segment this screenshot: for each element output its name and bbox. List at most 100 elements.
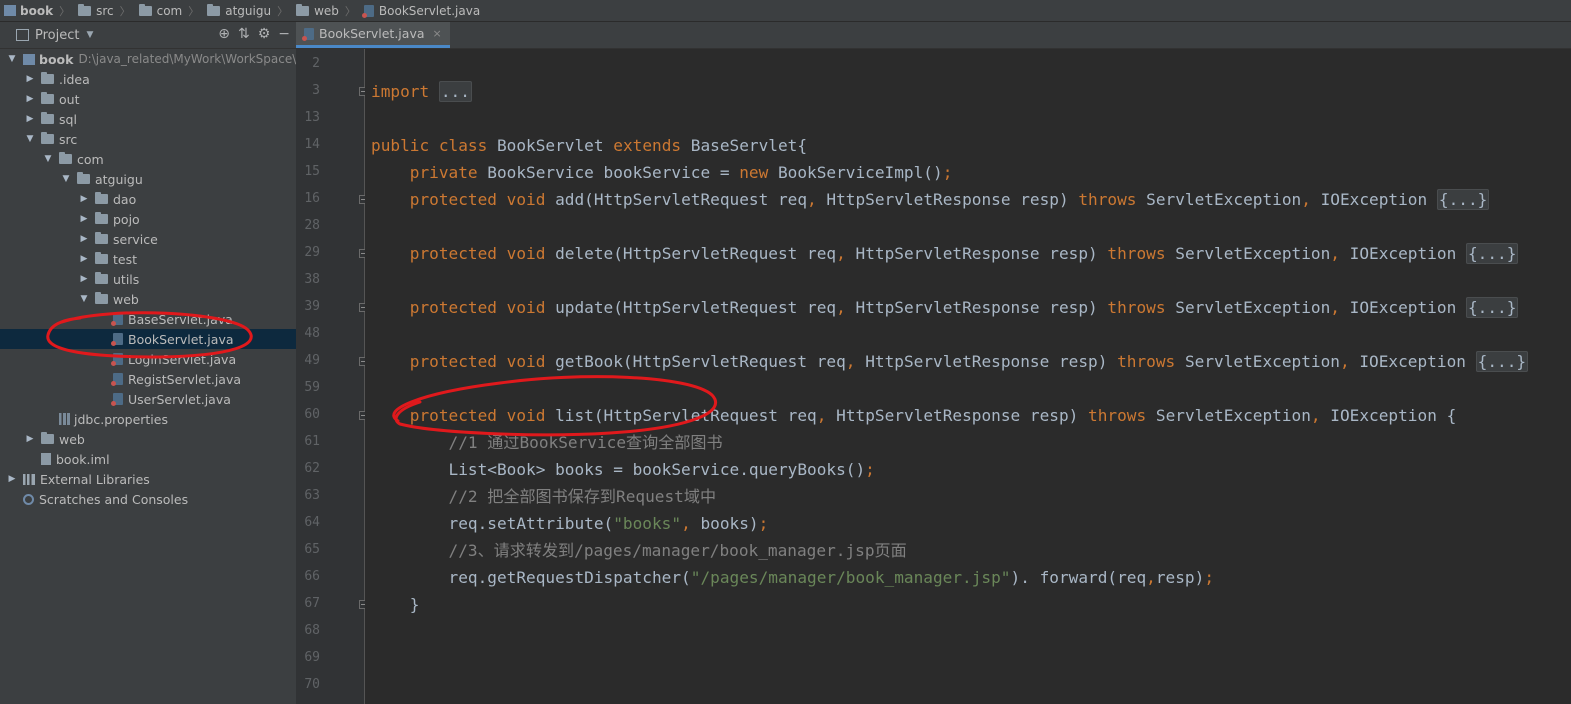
expand-right-icon[interactable]: ▶ bbox=[78, 234, 90, 244]
code-token: , bbox=[1339, 352, 1360, 371]
code-line[interactable]: protected void getBook(HttpServletReques… bbox=[371, 348, 1529, 375]
code-editor[interactable]: import ... public class BookServlet exten… bbox=[365, 49, 1571, 704]
java-file-icon bbox=[302, 27, 314, 41]
folded-code-placeholder[interactable]: {...} bbox=[1465, 243, 1519, 264]
folded-code-placeholder[interactable]: {...} bbox=[1436, 189, 1490, 210]
collapse-icon[interactable]: ⇅ bbox=[238, 26, 250, 42]
tree-node-label: UserServlet.java bbox=[128, 391, 231, 407]
line-number: 70 bbox=[304, 677, 320, 692]
code-line[interactable]: //3、请求转发到/pages/manager/book_manager.jsp… bbox=[371, 537, 907, 564]
expand-right-icon[interactable]: ▶ bbox=[24, 434, 36, 444]
expand-down-icon[interactable]: ▼ bbox=[42, 154, 54, 164]
tree-node[interactable]: jdbc.properties bbox=[0, 409, 338, 429]
code-token: "/pages/manager/book_manager.jsp" bbox=[690, 568, 1011, 587]
expand-down-icon[interactable]: ▼ bbox=[24, 134, 36, 144]
code-line[interactable]: public class BookServlet extends BaseSer… bbox=[371, 132, 807, 159]
tab-bookservlet[interactable]: BookServlet.java × bbox=[296, 22, 450, 48]
tree-node[interactable]: Scratches and Consoles bbox=[0, 489, 302, 509]
tree-node[interactable]: ▼ com bbox=[0, 149, 338, 169]
folded-code-placeholder[interactable]: {...} bbox=[1475, 351, 1529, 372]
target-icon[interactable]: ⊕ bbox=[218, 26, 230, 42]
folder-icon bbox=[41, 132, 54, 144]
tree-node-label: src bbox=[59, 131, 78, 147]
tree-node[interactable]: ▶ .idea bbox=[0, 69, 320, 89]
line-number: 39 bbox=[304, 299, 320, 314]
code-line[interactable]: List<Book> books = bookService.queryBook… bbox=[371, 456, 875, 483]
breadcrumb-item[interactable]: book 〉 bbox=[4, 3, 74, 19]
code-token: private bbox=[409, 163, 488, 182]
project-view-label[interactable]: Project bbox=[35, 28, 79, 43]
tree-node[interactable]: ▶ out bbox=[0, 89, 320, 109]
code-token: import bbox=[371, 82, 439, 101]
folder-icon bbox=[41, 92, 54, 104]
tree-node[interactable]: ▶ External Libraries bbox=[0, 469, 302, 489]
breadcrumb-label: BookServlet.java bbox=[378, 3, 481, 18]
code-line[interactable]: //1 通过BookService查询全部图书 bbox=[371, 429, 723, 456]
code-line[interactable]: protected void delete(HttpServletRequest… bbox=[371, 240, 1519, 267]
expand-right-icon[interactable]: ▶ bbox=[78, 274, 90, 284]
code-token: ServletException bbox=[1184, 352, 1340, 371]
expand-right-icon[interactable]: ▶ bbox=[24, 74, 36, 84]
navigation-breadcrumb: book 〉 src 〉 com 〉 atguigu 〉 web 〉 BookServlet.jav… bbox=[0, 0, 1571, 22]
code-line[interactable]: protected void add(HttpServletRequest re… bbox=[371, 186, 1490, 213]
folder-icon bbox=[95, 212, 108, 224]
project-tree: ▼ book D:\java_related\MyWork\WorkSpace\ ▶.… bbox=[0, 49, 392, 704]
chevron-right-icon: 〉 bbox=[188, 4, 200, 18]
code-token: ; bbox=[865, 460, 875, 479]
code-token: add(HttpServletRequest req bbox=[555, 190, 808, 209]
code-token: throws bbox=[1107, 244, 1176, 263]
close-icon[interactable]: × bbox=[433, 27, 442, 40]
breadcrumb-item[interactable]: src 〉 bbox=[78, 3, 135, 19]
code-token: BookServlet bbox=[496, 136, 614, 155]
code-line[interactable]: protected void list(HttpServletRequest r… bbox=[371, 402, 1457, 429]
code-token: //2 把全部图书保存到Request域中 bbox=[371, 487, 717, 506]
code-token: HttpServletResponse resp) bbox=[836, 406, 1089, 425]
line-number: 3 bbox=[312, 83, 320, 98]
expand-down-icon[interactable]: ▼ bbox=[60, 174, 72, 184]
tree-node-label: book.iml bbox=[56, 451, 110, 467]
code-line[interactable]: protected void update(HttpServletRequest… bbox=[371, 294, 1519, 321]
line-number: 61 bbox=[304, 434, 320, 449]
code-line[interactable]: import ... bbox=[371, 78, 472, 105]
breadcrumb-item[interactable]: atguigu 〉 bbox=[207, 3, 292, 19]
folded-code-placeholder[interactable]: ... bbox=[438, 81, 472, 102]
expand-right-icon[interactable]: ▶ bbox=[24, 94, 36, 104]
breadcrumb-item[interactable]: BookServlet.java bbox=[361, 3, 481, 18]
tree-node[interactable]: ▼ book D:\java_related\MyWork\WorkSpace\ bbox=[0, 49, 302, 69]
line-number: 60 bbox=[304, 407, 320, 422]
code-line[interactable]: req.setAttribute("books", books); bbox=[371, 510, 769, 537]
code-token: throws bbox=[1078, 190, 1147, 209]
folder-icon bbox=[95, 252, 108, 264]
tree-node[interactable]: ▶ web bbox=[0, 429, 320, 449]
code-line[interactable]: } bbox=[371, 591, 420, 618]
expand-down-icon[interactable]: ▼ bbox=[6, 54, 18, 64]
module-icon bbox=[4, 5, 16, 16]
code-line[interactable]: private BookService bookService = new Bo… bbox=[371, 159, 953, 186]
folded-code-placeholder[interactable]: {...} bbox=[1465, 297, 1519, 318]
line-number: 28 bbox=[304, 218, 320, 233]
tree-node[interactable]: ▼ src bbox=[0, 129, 320, 149]
expand-right-icon[interactable]: ▶ bbox=[6, 474, 18, 484]
breadcrumb-label: book bbox=[20, 3, 54, 18]
expand-right-icon[interactable]: ▶ bbox=[24, 114, 36, 124]
code-token: throws bbox=[1088, 406, 1156, 425]
folder-icon bbox=[296, 3, 310, 16]
breadcrumb-item[interactable]: com 〉 bbox=[138, 3, 204, 19]
line-number: 48 bbox=[304, 326, 320, 341]
gear-icon[interactable]: ⚙ bbox=[258, 26, 271, 42]
breadcrumb-item[interactable]: web 〉 bbox=[296, 3, 360, 19]
minimize-icon[interactable]: − bbox=[278, 26, 290, 42]
tree-node[interactable]: ▶ sql bbox=[0, 109, 320, 129]
expand-right-icon[interactable]: ▶ bbox=[78, 214, 90, 224]
code-line[interactable]: req.getRequestDispatcher("/pages/manager… bbox=[371, 564, 1215, 591]
code-line[interactable]: //2 把全部图书保存到Request域中 bbox=[371, 483, 717, 510]
editor-tab-bar: BookServlet.java × bbox=[296, 22, 1571, 49]
expand-down-icon[interactable]: ▼ bbox=[78, 294, 90, 304]
chevron-down-icon[interactable]: ▼ bbox=[86, 30, 93, 40]
expand-right-icon[interactable]: ▶ bbox=[78, 254, 90, 264]
code-token: , bbox=[1330, 244, 1350, 263]
expand-right-icon[interactable]: ▶ bbox=[78, 194, 90, 204]
tree-node[interactable]: book.iml bbox=[0, 449, 320, 469]
